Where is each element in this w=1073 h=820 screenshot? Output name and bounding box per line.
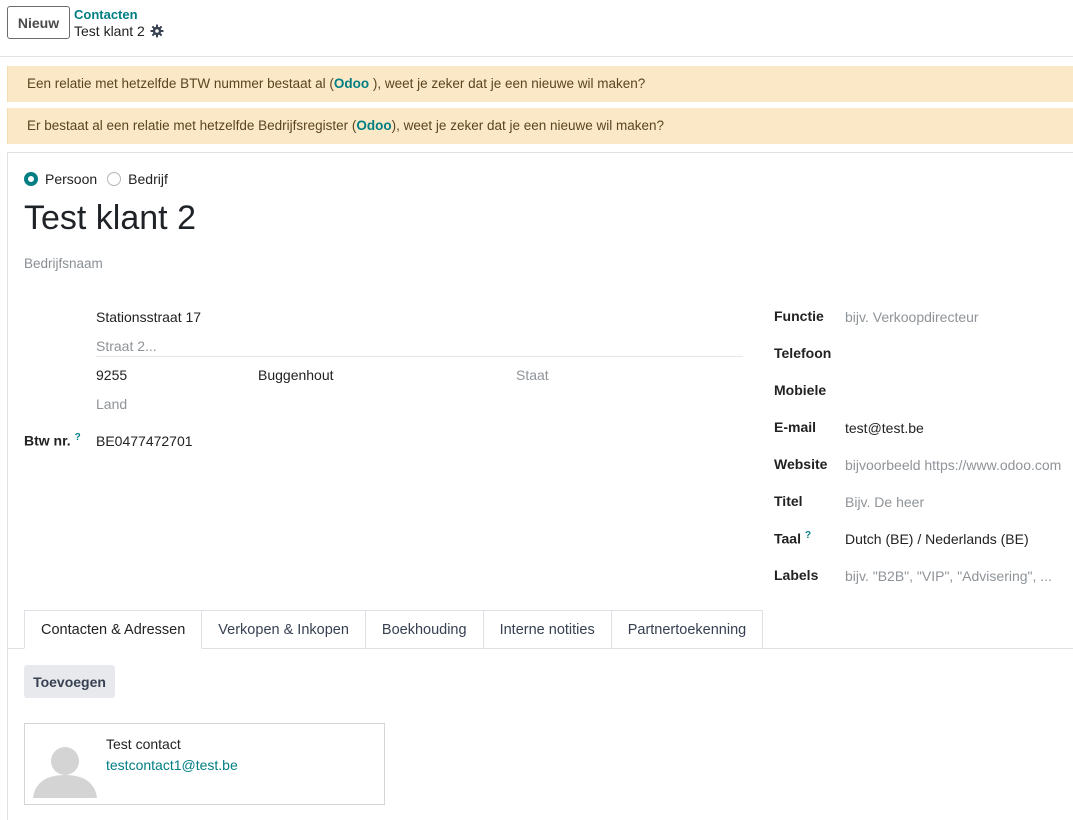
duplicate-registry-alert: Er bestaat al een relatie met hetzelfde … <box>7 108 1073 144</box>
tab-internal-notes[interactable]: Interne notities <box>483 610 612 649</box>
alert-text: Een relatie met hetzelfde BTW nummer bes… <box>27 76 334 91</box>
company-type-radio: Persoon Bedrijf <box>24 170 178 188</box>
contact-email[interactable]: testcontact1@test.be <box>106 757 238 773</box>
website-input[interactable]: bijvoorbeeld https://www.odoo.com <box>845 457 1061 473</box>
alert-text: Er bestaat al een relatie met hetzelfde … <box>27 118 357 133</box>
tab-partner-assignment[interactable]: Partnertoekenning <box>611 610 764 649</box>
new-button[interactable]: Nieuw <box>7 6 70 39</box>
city-input[interactable]: Buggenhout <box>258 367 334 383</box>
alert-odoo-link[interactable]: Odoo <box>356 118 391 133</box>
alert-text: ), weet je zeker dat je een nieuwe wil m… <box>369 76 646 91</box>
address-divider <box>96 356 743 357</box>
street2-input[interactable]: Straat 2... <box>96 338 157 354</box>
tab-accounting[interactable]: Boekhouding <box>365 610 484 649</box>
alert-odoo-link[interactable]: Odoo <box>334 76 369 91</box>
help-tooltip-icon[interactable]: ? <box>75 432 81 443</box>
gear-icon[interactable] <box>150 24 164 38</box>
tags-input[interactable]: bijv. "B2B", "VIP", "Advisering", ... <box>845 568 1052 584</box>
title-label: Titel <box>774 493 803 509</box>
lang-select[interactable]: Dutch (BE) / Nederlands (BE) <box>845 531 1029 547</box>
country-select[interactable]: Land <box>96 396 127 412</box>
tab-sales-purchases[interactable]: Verkopen & Inkopen <box>202 610 366 649</box>
function-input[interactable]: bijv. Verkoopdirecteur <box>845 309 979 325</box>
vat-label: Btw nr.? <box>24 432 81 449</box>
avatar-placeholder-icon <box>33 744 97 798</box>
breadcrumb-contacts-link[interactable]: Contacten <box>74 7 138 22</box>
radio-company[interactable] <box>107 172 122 186</box>
phone-label: Telefoon <box>774 345 832 361</box>
lang-label: Taal? <box>774 530 812 547</box>
help-tooltip-icon[interactable]: ? <box>805 530 811 541</box>
tab-contacts-addresses[interactable]: Contacten & Adressen <box>24 610 203 649</box>
radio-person-label[interactable]: Persoon <box>45 171 97 187</box>
add-contact-button[interactable]: Toevoegen <box>24 665 115 698</box>
email-input[interactable]: test@test.be <box>845 420 924 436</box>
zip-input[interactable]: 9255 <box>96 367 127 383</box>
partner-name-input[interactable]: Test klant 2 <box>24 199 196 238</box>
street-input[interactable]: Stationsstraat 17 <box>96 309 201 325</box>
duplicate-vat-alert: Een relatie met hetzelfde BTW nummer bes… <box>7 66 1073 102</box>
vat-input[interactable]: BE0477472701 <box>96 433 193 449</box>
mobile-label: Mobiele <box>774 382 827 398</box>
email-label: E-mail <box>774 419 817 435</box>
company-name-input[interactable]: Bedrijfsnaam <box>24 256 103 271</box>
title-select[interactable]: Bijv. De heer <box>845 494 924 510</box>
notebook-tabs: Contacten & Adressen Verkopen & Inkopen … <box>24 610 764 649</box>
form-sheet <box>7 152 1073 820</box>
tags-label: Labels <box>774 567 819 583</box>
breadcrumb-current: Test klant 2 <box>74 23 145 39</box>
contact-name: Test contact <box>106 736 181 752</box>
radio-company-label[interactable]: Bedrijf <box>128 171 168 187</box>
state-select[interactable]: Staat <box>516 367 549 383</box>
radio-person[interactable] <box>24 172 38 186</box>
website-label: Website <box>774 456 828 472</box>
function-label: Functie <box>774 308 824 324</box>
contact-card[interactable]: Test contact testcontact1@test.be <box>24 723 385 805</box>
control-panel: Nieuw Contacten Test klant 2 <box>0 0 1073 57</box>
alert-text: ), weet je zeker dat je een nieuwe wil m… <box>391 118 665 133</box>
